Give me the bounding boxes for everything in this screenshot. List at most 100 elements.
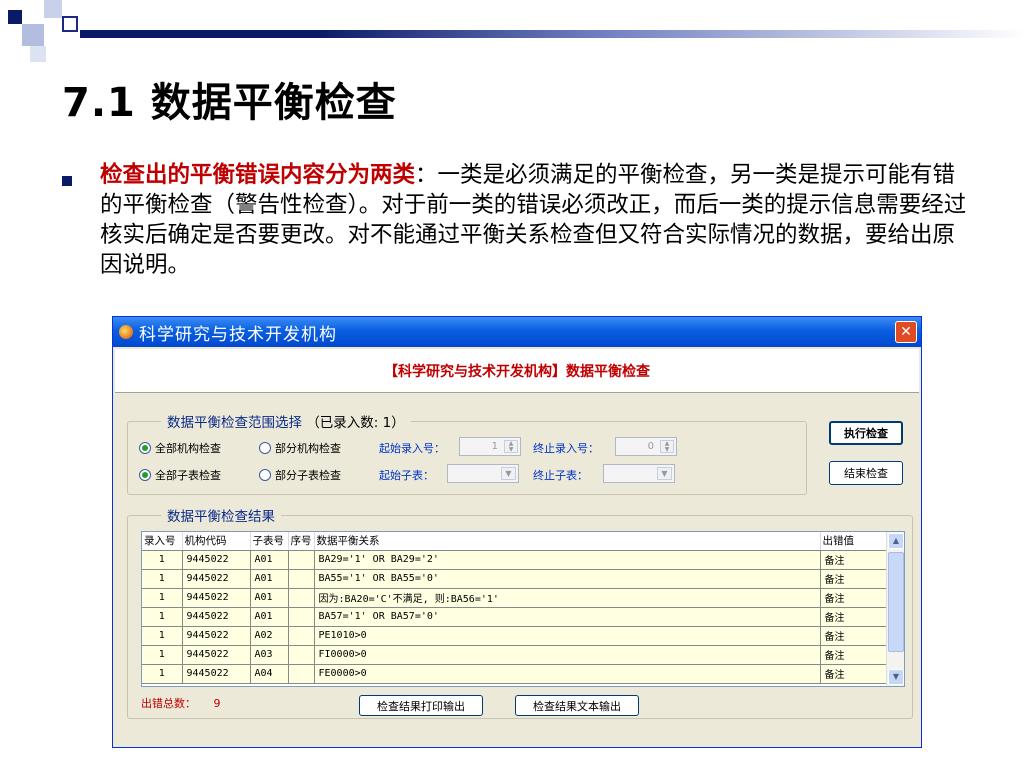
table-cell: PE1010>0 <box>314 626 821 646</box>
table-cell <box>288 645 315 665</box>
table-cell: 1 <box>142 645 183 665</box>
print-output-button[interactable]: 检查结果打印输出 <box>359 695 483 716</box>
end-no-spinner[interactable]: 0 ▲ ▼ <box>615 437 677 456</box>
table-cell <box>288 569 315 589</box>
table-row[interactable]: 1 9445022 A01 因为:BA20='C'不满足, 则:BA56='1' 备注 <box>142 588 887 608</box>
end-no-value: 0 <box>647 441 654 452</box>
radio-part-sub[interactable]: 部分子表检查 <box>259 467 341 483</box>
table-cell: 备注 <box>820 645 887 665</box>
header-title: 【科学研究与技术开发机构】数据平衡检查 <box>384 363 650 380</box>
end-check-button[interactable]: 结束检查 <box>829 461 903 485</box>
colon-text: ： <box>415 162 438 188</box>
window-titlebar[interactable]: 科学研究与技术开发机构 ✕ <box>113 317 921 347</box>
radio-selected-icon <box>139 442 151 454</box>
start-no-spinner[interactable]: 1 ▲ ▼ <box>459 437 521 456</box>
table-cell: 9445022 <box>182 664 251 684</box>
table-cell <box>288 550 315 570</box>
table-cell <box>288 588 315 608</box>
decor-square <box>22 24 44 46</box>
col-header[interactable]: 序号 <box>288 532 315 551</box>
end-no-label: 终止录入号： <box>533 442 599 455</box>
table-cell: 9445022 <box>182 588 251 608</box>
table-cell: A01 <box>250 550 289 570</box>
table-cell: A01 <box>250 607 289 627</box>
radio-selected-icon <box>139 469 151 481</box>
start-sub-select[interactable]: ▼ <box>447 464 519 483</box>
decor-square <box>8 10 22 24</box>
col-header[interactable]: 子表号 <box>250 532 289 551</box>
scope-legend: 数据平衡检查范围选择 （已录入数: 1） <box>161 411 411 431</box>
scroll-down-icon[interactable]: ▼ <box>888 669 904 685</box>
table-cell: BA55='1' OR BA55='0' <box>314 569 821 589</box>
scope-legend-text: 数据平衡检查范围选择 <box>167 415 302 431</box>
table-cell: A01 <box>250 588 289 608</box>
table-cell: A02 <box>250 626 289 646</box>
slide-title: 7.1 数据平衡检查 <box>62 80 397 126</box>
radio-label: 部分机构检查 <box>275 442 341 455</box>
radio-label: 部分子表检查 <box>275 469 341 482</box>
start-sub-label: 起始子表： <box>379 469 434 482</box>
run-check-button[interactable]: 执行检查 <box>829 421 903 445</box>
error-total: 出错总数： 9 <box>141 695 221 711</box>
table-cell: A03 <box>250 645 289 665</box>
table-cell: 9445022 <box>182 569 251 589</box>
col-header[interactable]: 机构代码 <box>182 532 251 551</box>
table-cell: 备注 <box>820 607 887 627</box>
scroll-up-icon[interactable]: ▲ <box>888 533 904 549</box>
radio-unselected-icon <box>259 442 271 454</box>
window-title: 科学研究与技术开发机构 <box>139 324 337 345</box>
table-cell: 备注 <box>820 569 887 589</box>
vertical-scrollbar[interactable]: ▲ ▼ <box>886 532 904 686</box>
table-cell: FE0000>0 <box>314 664 821 684</box>
table-cell: 1 <box>142 664 183 684</box>
table-cell: 9445022 <box>182 550 251 570</box>
spinner-arrows-icon[interactable]: ▲ ▼ <box>660 440 674 453</box>
slide-paragraph: 检查出的平衡错误内容分为两类：一类是必须满足的平衡检查，另一类是提示可能有错的平… <box>100 160 970 280</box>
radio-all-sub[interactable]: 全部子表检查 <box>139 467 221 483</box>
spinner-arrows-icon[interactable]: ▲ ▼ <box>504 440 518 453</box>
radio-label: 全部机构检查 <box>155 442 221 455</box>
close-button[interactable]: ✕ <box>895 321 917 343</box>
table-cell: 1 <box>142 588 183 608</box>
table-cell <box>288 626 315 646</box>
end-sub-select[interactable]: ▼ <box>603 464 675 483</box>
radio-unselected-icon <box>259 469 271 481</box>
table-row[interactable]: 1 9445022 A03 FI0000>0 备注 <box>142 645 887 665</box>
app-window: 科学研究与技术开发机构 ✕ 【科学研究与技术开发机构】数据平衡检查 数据平衡检查… <box>112 316 922 748</box>
end-sub-label: 终止子表： <box>533 469 588 482</box>
table-cell: BA29='1' OR BA29='2' <box>314 550 821 570</box>
decor-line <box>80 30 1024 38</box>
table-cell: 备注 <box>820 550 887 570</box>
table-cell <box>288 664 315 684</box>
radio-part-org[interactable]: 部分机构检查 <box>259 440 341 456</box>
table-cell: 备注 <box>820 664 887 684</box>
text-output-button[interactable]: 检查结果文本输出 <box>515 695 639 716</box>
bullet-square-icon <box>62 176 72 186</box>
col-header[interactable]: 出错值 <box>820 532 887 551</box>
chevron-down-icon[interactable]: ▼ <box>657 467 672 480</box>
table-cell: 1 <box>142 550 183 570</box>
scope-group <box>127 421 807 495</box>
table-row[interactable]: 1 9445022 A01 BA29='1' OR BA29='2' 备注 <box>142 550 887 570</box>
radio-all-org[interactable]: 全部机构检查 <box>139 440 221 456</box>
table-cell <box>288 607 315 627</box>
start-no-label: 起始录入号： <box>379 442 445 455</box>
col-header[interactable]: 录入号 <box>142 532 183 551</box>
chevron-down-icon[interactable]: ▼ <box>501 467 516 480</box>
decor-square <box>62 16 78 32</box>
table-cell: 9445022 <box>182 626 251 646</box>
table-row[interactable]: 1 9445022 A04 FE0000>0 备注 <box>142 664 887 684</box>
table-row[interactable]: 1 9445022 A01 BA55='1' OR BA55='0' 备注 <box>142 569 887 589</box>
results-legend: 数据平衡检查结果 <box>161 505 281 525</box>
radio-label: 全部子表检查 <box>155 469 221 482</box>
highlight-text: 检查出的平衡错误内容分为两类 <box>100 162 416 188</box>
table-cell: 1 <box>142 626 183 646</box>
col-header[interactable]: 数据平衡关系 <box>314 532 821 551</box>
results-table[interactable]: 录入号 机构代码 子表号 序号 数据平衡关系 出错值 1 9445022 A01 BA… <box>141 531 905 687</box>
app-icon <box>119 325 133 339</box>
decor-square <box>44 0 62 18</box>
table-cell: 备注 <box>820 588 887 608</box>
table-row[interactable]: 1 9445022 A02 PE1010>0 备注 <box>142 626 887 646</box>
scroll-thumb[interactable] <box>888 552 904 652</box>
table-row[interactable]: 1 9445022 A01 BA57='1' OR BA57='0' 备注 <box>142 607 887 627</box>
